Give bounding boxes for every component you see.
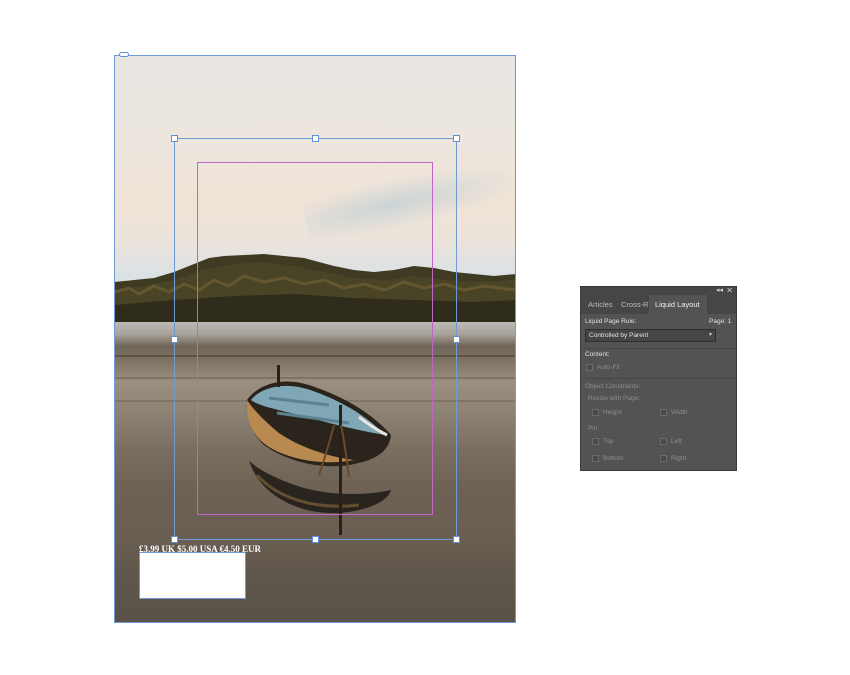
handle-middle-right[interactable] — [453, 336, 460, 343]
pin-top-checkbox[interactable] — [592, 438, 599, 445]
pin-left-checkbox[interactable] — [660, 438, 667, 445]
tab-liquid-layout[interactable]: Liquid Layout — [649, 295, 707, 314]
pin-top-label: Top — [603, 438, 614, 445]
liquid-page-rule-label: Liquid Page Rule: — [585, 318, 637, 325]
content-label: Content: — [585, 351, 610, 358]
auto-fit-label: Auto-Fit — [597, 364, 620, 371]
barcode-box-frame[interactable] — [139, 552, 246, 599]
rule-select-value: Controlled by Parent — [589, 332, 649, 339]
liquid-page-rule-select[interactable]: Controlled by Parent ▾ — [585, 329, 716, 342]
width-label: Width — [671, 409, 688, 416]
pin-right-label: Right — [671, 455, 687, 462]
resize-with-page-label: Resize with Page: — [588, 395, 641, 402]
object-constraints-label: Object Constraints: — [585, 383, 641, 390]
panel-tab-bar: Articles Cross-R Liquid Layout — [581, 295, 736, 314]
height-checkbox[interactable] — [592, 409, 599, 416]
liquid-layout-panel: ◂◂ ✕ Articles Cross-R Liquid Layout Liqu… — [580, 286, 737, 471]
panel-title-bar[interactable] — [581, 287, 736, 295]
pin-bottom-checkbox[interactable] — [592, 455, 599, 462]
page-link-tab[interactable] — [119, 52, 129, 57]
handle-bottom-center[interactable] — [312, 536, 319, 543]
close-icon[interactable]: ✕ — [726, 287, 733, 295]
margin-guide-frame — [197, 162, 433, 515]
pin-left-label: Left — [671, 438, 682, 445]
auto-fit-checkbox[interactable] — [586, 364, 593, 371]
pin-label: Pin: — [588, 425, 600, 432]
collapse-panel-icon[interactable]: ◂◂ — [716, 287, 723, 295]
handle-top-right[interactable] — [453, 135, 460, 142]
handle-bottom-left[interactable] — [171, 536, 178, 543]
height-label: Height — [603, 409, 622, 416]
handle-top-left[interactable] — [171, 135, 178, 142]
chevron-down-icon: ▾ — [708, 332, 712, 338]
tab-articles[interactable]: Articles — [588, 295, 618, 314]
pin-bottom-label: Bottom — [603, 455, 624, 462]
pin-right-checkbox[interactable] — [660, 455, 667, 462]
width-checkbox[interactable] — [660, 409, 667, 416]
handle-bottom-right[interactable] — [453, 536, 460, 543]
page-number-label: Page: 1 — [709, 318, 732, 325]
section-divider — [581, 378, 736, 379]
handle-top-center[interactable] — [312, 135, 319, 142]
tab-cross-references[interactable]: Cross-R — [621, 295, 649, 314]
section-divider — [581, 348, 736, 349]
handle-middle-left[interactable] — [171, 336, 178, 343]
